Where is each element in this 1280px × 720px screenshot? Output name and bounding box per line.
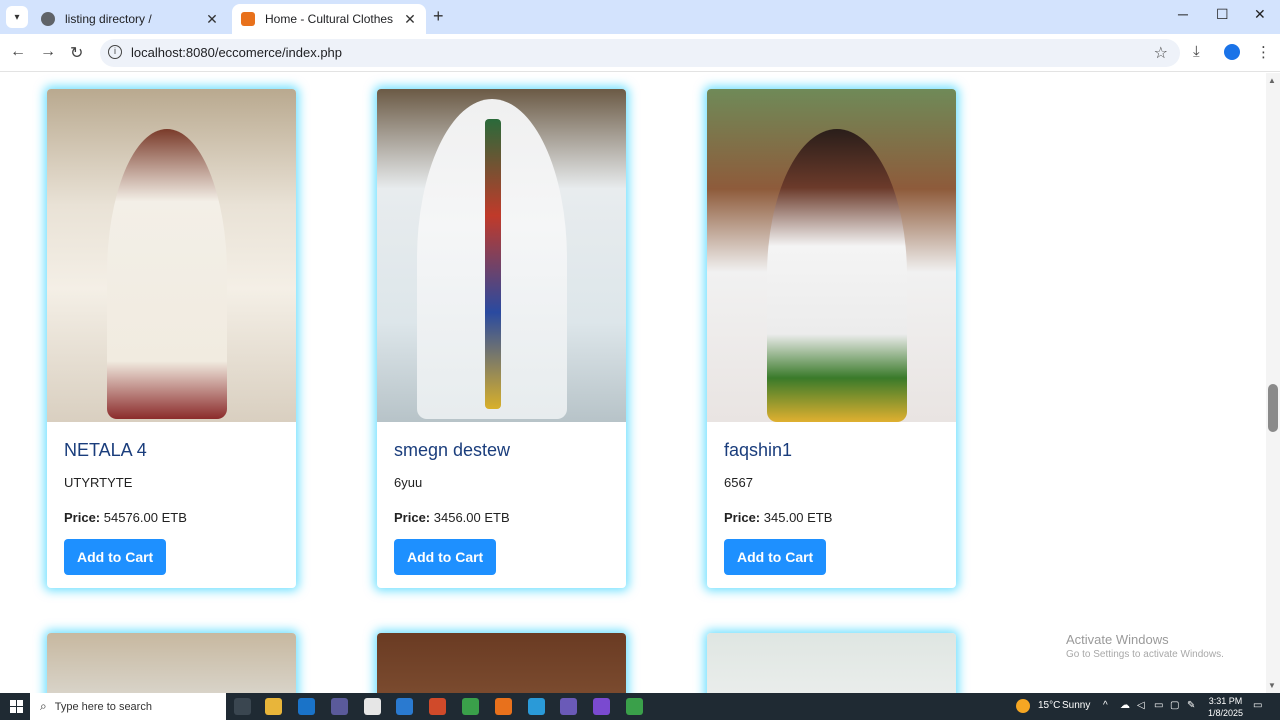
close-tab-icon[interactable]: ✕ (400, 11, 420, 28)
download-icon[interactable]: ⤓ (1193, 43, 1200, 60)
price-label: Price: (724, 510, 761, 525)
product-image (707, 633, 956, 693)
browser-tab-strip: ▾ listing directory / ✕ Home - Cultural … (0, 0, 1280, 34)
xampp-icon (241, 12, 255, 26)
windows-taskbar: ⌕ Type here to search 15°C Sunny ^ ☁ ◁ ▭… (0, 693, 1280, 720)
outlook-icon[interactable] (298, 698, 315, 715)
clock-time: 3:31 PM (1208, 696, 1243, 706)
browser-toolbar: ← → ↻ i localhost:8080/eccomerce/index.p… (0, 34, 1280, 72)
weather-temp[interactable]: 15°C (1038, 700, 1060, 711)
site-info-icon[interactable]: i (108, 45, 122, 59)
scroll-down-arrow-icon[interactable]: ▼ (1268, 681, 1276, 690)
maximize-button[interactable]: ☐ (1216, 6, 1229, 23)
product-card (377, 633, 626, 693)
display-icon[interactable]: ▢ (1170, 700, 1179, 711)
vscode-icon[interactable] (396, 698, 413, 715)
notifications-icon[interactable]: ▭ (1253, 700, 1262, 711)
product-card: smegn destew 6yuu Price: 3456.00 ETB Add… (377, 89, 626, 588)
price-label: Price: (64, 510, 101, 525)
url-text[interactable]: localhost:8080/eccomerce/index.php (131, 45, 342, 60)
new-tab-button[interactable]: + (433, 6, 444, 27)
product-name[interactable]: smegn destew (394, 440, 609, 461)
menu-icon[interactable]: ⋮ (1256, 43, 1271, 61)
add-to-cart-button[interactable]: Add to Cart (724, 539, 827, 575)
close-tab-icon[interactable]: ✕ (202, 11, 222, 28)
add-to-cart-button[interactable]: Add to Cart (394, 539, 497, 575)
weather-sun-icon[interactable] (1016, 699, 1030, 713)
search-placeholder: Type here to search (54, 700, 152, 713)
product-image (47, 633, 296, 693)
network-icon[interactable]: ☁ (1120, 700, 1130, 711)
address-bar[interactable]: i localhost:8080/eccomerce/index.php ☆ (100, 39, 1180, 67)
product-card: faqshin1 6567 Price: 345.00 ETB Add to C… (707, 89, 956, 588)
product-image (47, 89, 296, 422)
reload-button[interactable]: ↻ (70, 43, 83, 63)
store-icon[interactable] (331, 698, 348, 715)
tab-search-icon[interactable]: ▾ (6, 6, 28, 28)
pen-icon[interactable]: ✎ (1187, 700, 1195, 711)
activation-watermark-title: Activate Windows (1066, 632, 1169, 647)
price-label: Price: (394, 510, 431, 525)
product-card (707, 633, 956, 693)
product-price: Price: 54576.00 ETB (64, 510, 279, 525)
add-to-cart-button[interactable]: Add to Cart (64, 539, 167, 575)
scrollbar-thumb[interactable] (1268, 384, 1278, 432)
clock-date: 1/8/2025 (1208, 708, 1244, 718)
product-image (377, 633, 626, 693)
product-card: NETALA 4 UTYRTYTE Price: 54576.00 ETB Ad… (47, 89, 296, 588)
product-name[interactable]: faqshin1 (724, 440, 939, 461)
task-view-icon[interactable] (234, 698, 251, 715)
price-value: 54576.00 ETB (103, 510, 187, 525)
tray-chevron-icon[interactable]: ^ (1103, 700, 1108, 711)
chrome-icon[interactable] (626, 698, 643, 715)
telegram-icon[interactable] (528, 698, 545, 715)
tab-listing-directory[interactable]: listing directory / ✕ (32, 4, 228, 34)
weather-text[interactable]: Sunny (1062, 700, 1090, 711)
xampp-icon[interactable] (495, 698, 512, 715)
product-image (377, 89, 626, 422)
windows-start-icon[interactable] (10, 700, 23, 713)
minimize-button[interactable]: ─ (1178, 6, 1188, 22)
app-icon[interactable] (560, 698, 577, 715)
bookmark-star-icon[interactable]: ☆ (1154, 43, 1168, 63)
forward-button[interactable]: → (40, 43, 56, 61)
tab-title: Home - Cultural Clothes (265, 12, 394, 26)
price-value: 3456.00 ETB (433, 510, 510, 525)
taskbar-clock[interactable]: 3:31 PM 1/8/2025 (1208, 695, 1243, 719)
battery-icon[interactable]: ▭ (1154, 700, 1163, 711)
product-price: Price: 3456.00 ETB (394, 510, 609, 525)
profile-avatar[interactable] (1224, 44, 1240, 60)
product-image (707, 89, 956, 422)
taskbar-search-box[interactable]: ⌕ Type here to search (30, 693, 226, 720)
tab-title: listing directory / (65, 12, 152, 26)
back-button[interactable]: ← (10, 43, 26, 61)
product-description: 6yuu (394, 475, 423, 490)
app-icon[interactable] (593, 698, 610, 715)
product-name[interactable]: NETALA 4 (64, 440, 279, 461)
notepad-icon[interactable] (364, 698, 381, 715)
wps-icon[interactable] (429, 698, 446, 715)
file-explorer-icon[interactable] (265, 698, 282, 715)
product-description: UTYRTYTE (64, 475, 133, 490)
chrome-icon[interactable] (462, 698, 479, 715)
vertical-scrollbar[interactable]: ▲ ▼ (1266, 73, 1280, 693)
product-description: 6567 (724, 475, 753, 490)
search-icon: ⌕ (40, 699, 47, 713)
product-card (47, 633, 296, 693)
close-window-button[interactable]: ✕ (1254, 6, 1266, 23)
activation-watermark-subtitle: Go to Settings to activate Windows. (1066, 649, 1224, 660)
price-value: 345.00 ETB (763, 510, 833, 525)
globe-icon (41, 12, 55, 26)
product-price: Price: 345.00 ETB (724, 510, 939, 525)
volume-icon[interactable]: ◁ (1137, 700, 1145, 711)
tab-home-cultural-clothes[interactable]: Home - Cultural Clothes ✕ (232, 4, 426, 34)
scroll-up-arrow-icon[interactable]: ▲ (1268, 76, 1276, 85)
page-content: NETALA 4 UTYRTYTE Price: 54576.00 ETB Ad… (0, 73, 1266, 693)
